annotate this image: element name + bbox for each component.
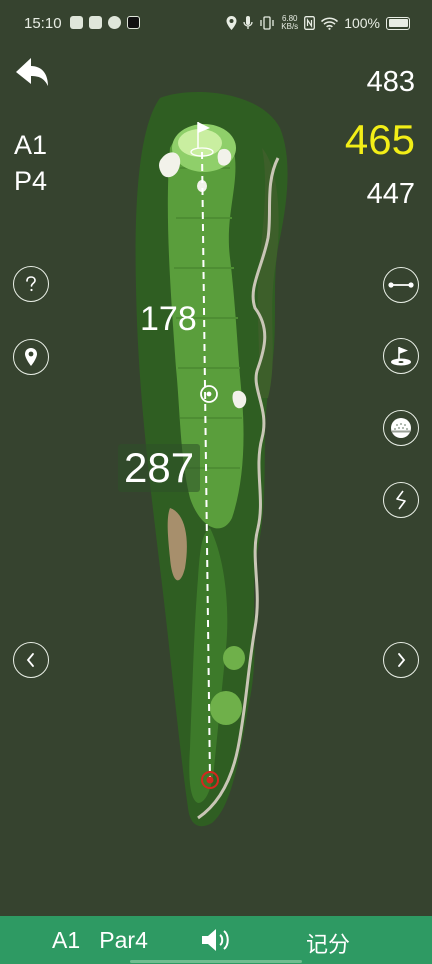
distance-target-to-green: 178 xyxy=(140,300,197,338)
back-arrow-icon xyxy=(16,58,48,86)
bottom-bar: A1 Par4 记分 xyxy=(0,916,432,964)
hole-par: P4 xyxy=(14,166,48,196)
status-time: 15:10 xyxy=(24,15,62,32)
speaker-icon xyxy=(202,929,229,951)
vibrate-icon xyxy=(260,16,274,30)
battery-percent: 100% xyxy=(344,15,380,31)
ball-button[interactable] xyxy=(383,410,419,446)
scorecard-button[interactable]: 记分 xyxy=(306,927,350,959)
tiktok-icon xyxy=(127,16,140,29)
previous-hole-button[interactable] xyxy=(13,642,49,678)
measure-line-icon xyxy=(388,282,414,288)
tee-box-1 xyxy=(223,646,245,670)
home-indicator xyxy=(130,960,302,963)
cat-app-icon xyxy=(70,16,83,29)
help-button[interactable] xyxy=(13,266,49,302)
nfc-icon xyxy=(304,16,316,30)
status-bar: 15:10 6.80 KB/s 100% xyxy=(0,0,432,48)
tee-box-2 xyxy=(210,691,242,725)
help-icon xyxy=(26,276,36,292)
green-highlight xyxy=(178,129,222,157)
yardage-back: 483 xyxy=(366,66,415,98)
zigzag-icon xyxy=(396,490,406,510)
distance-tee-to-target: 287 xyxy=(118,444,201,492)
notification-icons xyxy=(70,16,140,29)
yardage-front: 447 xyxy=(366,178,415,210)
back-button[interactable] xyxy=(12,52,52,96)
wifi-icon xyxy=(321,17,339,30)
network-speed: 6.80 KB/s xyxy=(281,14,299,31)
yardage-middle: 465 xyxy=(344,116,415,163)
chevron-left-icon xyxy=(26,653,34,667)
battery-icon xyxy=(386,16,410,30)
golf-ball-icon xyxy=(391,418,411,438)
mail-app-icon xyxy=(89,16,102,29)
system-icons: 6.80 KB/s 100% xyxy=(226,15,410,31)
hole-number: A1 xyxy=(14,130,48,160)
mic-icon xyxy=(243,16,253,29)
tee-marker-dot xyxy=(206,776,214,784)
location-icon xyxy=(226,16,237,30)
measure-button[interactable] xyxy=(383,267,419,303)
shot-path-button[interactable] xyxy=(383,482,419,518)
sound-button[interactable] xyxy=(200,926,234,954)
location-button[interactable] xyxy=(13,339,49,375)
chevron-right-icon xyxy=(398,653,406,667)
next-hole-button[interactable] xyxy=(383,642,419,678)
green-view-button[interactable] xyxy=(383,338,419,374)
hole-par-selector[interactable]: A1 Par4 xyxy=(52,927,148,954)
location-pin-icon xyxy=(25,348,37,366)
target-dot xyxy=(206,391,212,397)
flag-green-icon xyxy=(391,347,411,366)
leaf-app-icon xyxy=(108,16,121,29)
